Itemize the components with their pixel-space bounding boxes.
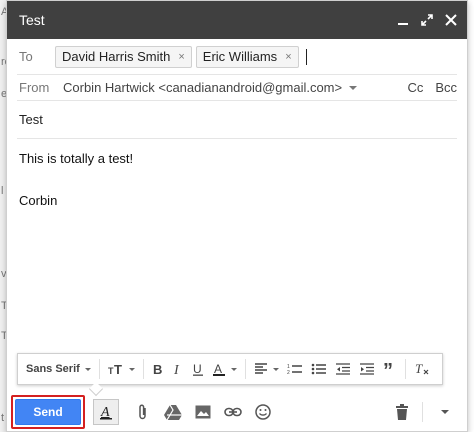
body-line: Corbin xyxy=(19,193,58,208)
svg-text:U: U xyxy=(193,362,202,376)
numbered-list-icon[interactable]: 12 xyxy=(283,357,307,381)
text-color-icon[interactable]: A xyxy=(208,357,241,381)
bg-text: l xyxy=(1,185,4,197)
remove-formatting-icon[interactable]: T xyxy=(410,357,434,381)
subject-field[interactable]: Test xyxy=(17,101,457,139)
svg-text:”: ” xyxy=(383,363,393,375)
svg-text:T: T xyxy=(114,363,122,375)
body-line: This is totally a test! xyxy=(19,151,134,166)
toolbar-divider xyxy=(404,359,406,379)
expand-icon[interactable] xyxy=(421,14,433,26)
action-divider xyxy=(422,402,423,422)
formatting-toolbar: Sans Serif TT B I U A 12 ” T xyxy=(17,353,443,385)
text-cursor xyxy=(305,48,307,65)
indent-less-icon[interactable] xyxy=(331,357,355,381)
minimize-icon[interactable] xyxy=(397,14,409,26)
from-address-select[interactable]: Corbin Hartwick <canadianandroid@gmail.c… xyxy=(63,80,342,95)
recipient-chip[interactable]: David Harris Smith × xyxy=(55,45,192,68)
to-label: To xyxy=(19,49,33,64)
chevron-down-icon xyxy=(230,367,237,371)
indent-more-icon[interactable] xyxy=(355,357,379,381)
attach-icon[interactable] xyxy=(129,398,157,426)
svg-text:B: B xyxy=(153,362,162,376)
window-title: Test xyxy=(19,12,45,28)
remove-recipient-icon[interactable]: × xyxy=(178,51,184,63)
photo-icon[interactable] xyxy=(189,398,217,426)
compose-window: Test To David Harris Smith × Eric Willia… xyxy=(6,0,468,432)
bold-icon[interactable]: B xyxy=(148,357,168,381)
compose-action-bar: Send A xyxy=(7,393,467,431)
subject-value: Test xyxy=(19,112,43,127)
close-icon[interactable] xyxy=(445,14,457,26)
recipient-chip[interactable]: Eric Williams × xyxy=(195,45,299,68)
from-row: From Corbin Hartwick <canadianandroid@gm… xyxy=(17,75,457,101)
more-options-icon[interactable] xyxy=(431,398,459,426)
align-icon[interactable] xyxy=(250,357,283,381)
bcc-link[interactable]: Bcc xyxy=(435,80,457,95)
toolbar-divider xyxy=(98,359,100,379)
svg-text:T: T xyxy=(415,362,423,376)
font-family-label: Sans Serif xyxy=(26,363,80,375)
to-row[interactable]: To David Harris Smith × Eric Williams × xyxy=(17,39,457,75)
remove-recipient-icon[interactable]: × xyxy=(285,51,291,63)
from-label: From xyxy=(19,80,50,95)
text-size-icon[interactable]: TT xyxy=(104,357,139,381)
cc-link[interactable]: Cc xyxy=(407,80,423,95)
link-icon[interactable] xyxy=(219,398,247,426)
emoji-icon[interactable] xyxy=(249,398,277,426)
bg-text: t xyxy=(1,412,5,424)
from-dropdown-icon[interactable] xyxy=(349,85,358,90)
underline-icon[interactable]: U xyxy=(188,357,208,381)
svg-text:2: 2 xyxy=(287,370,290,375)
chevron-down-icon xyxy=(128,367,135,371)
svg-text:A: A xyxy=(100,405,110,420)
quote-icon[interactable]: ” xyxy=(379,357,401,381)
send-button[interactable]: Send xyxy=(15,399,81,425)
compose-titlebar[interactable]: Test xyxy=(7,1,467,39)
chevron-down-icon xyxy=(272,367,279,371)
toolbar-divider xyxy=(244,359,246,379)
recipient-name: Eric Williams xyxy=(202,49,278,64)
svg-text:A: A xyxy=(214,362,222,376)
font-family-select[interactable]: Sans Serif xyxy=(22,357,95,381)
bulleted-list-icon[interactable] xyxy=(307,357,331,381)
svg-text:I: I xyxy=(173,363,180,376)
italic-icon[interactable]: I xyxy=(168,357,188,381)
chevron-down-icon xyxy=(84,367,91,371)
send-highlight: Send xyxy=(11,395,85,429)
trash-icon[interactable] xyxy=(388,398,416,426)
recipient-name: David Harris Smith xyxy=(62,49,171,64)
message-body[interactable]: This is totally a test! Corbin xyxy=(7,139,467,209)
drive-icon[interactable] xyxy=(159,398,187,426)
toolbar-divider xyxy=(142,359,144,379)
formatting-toggle-icon[interactable]: A xyxy=(93,399,119,425)
